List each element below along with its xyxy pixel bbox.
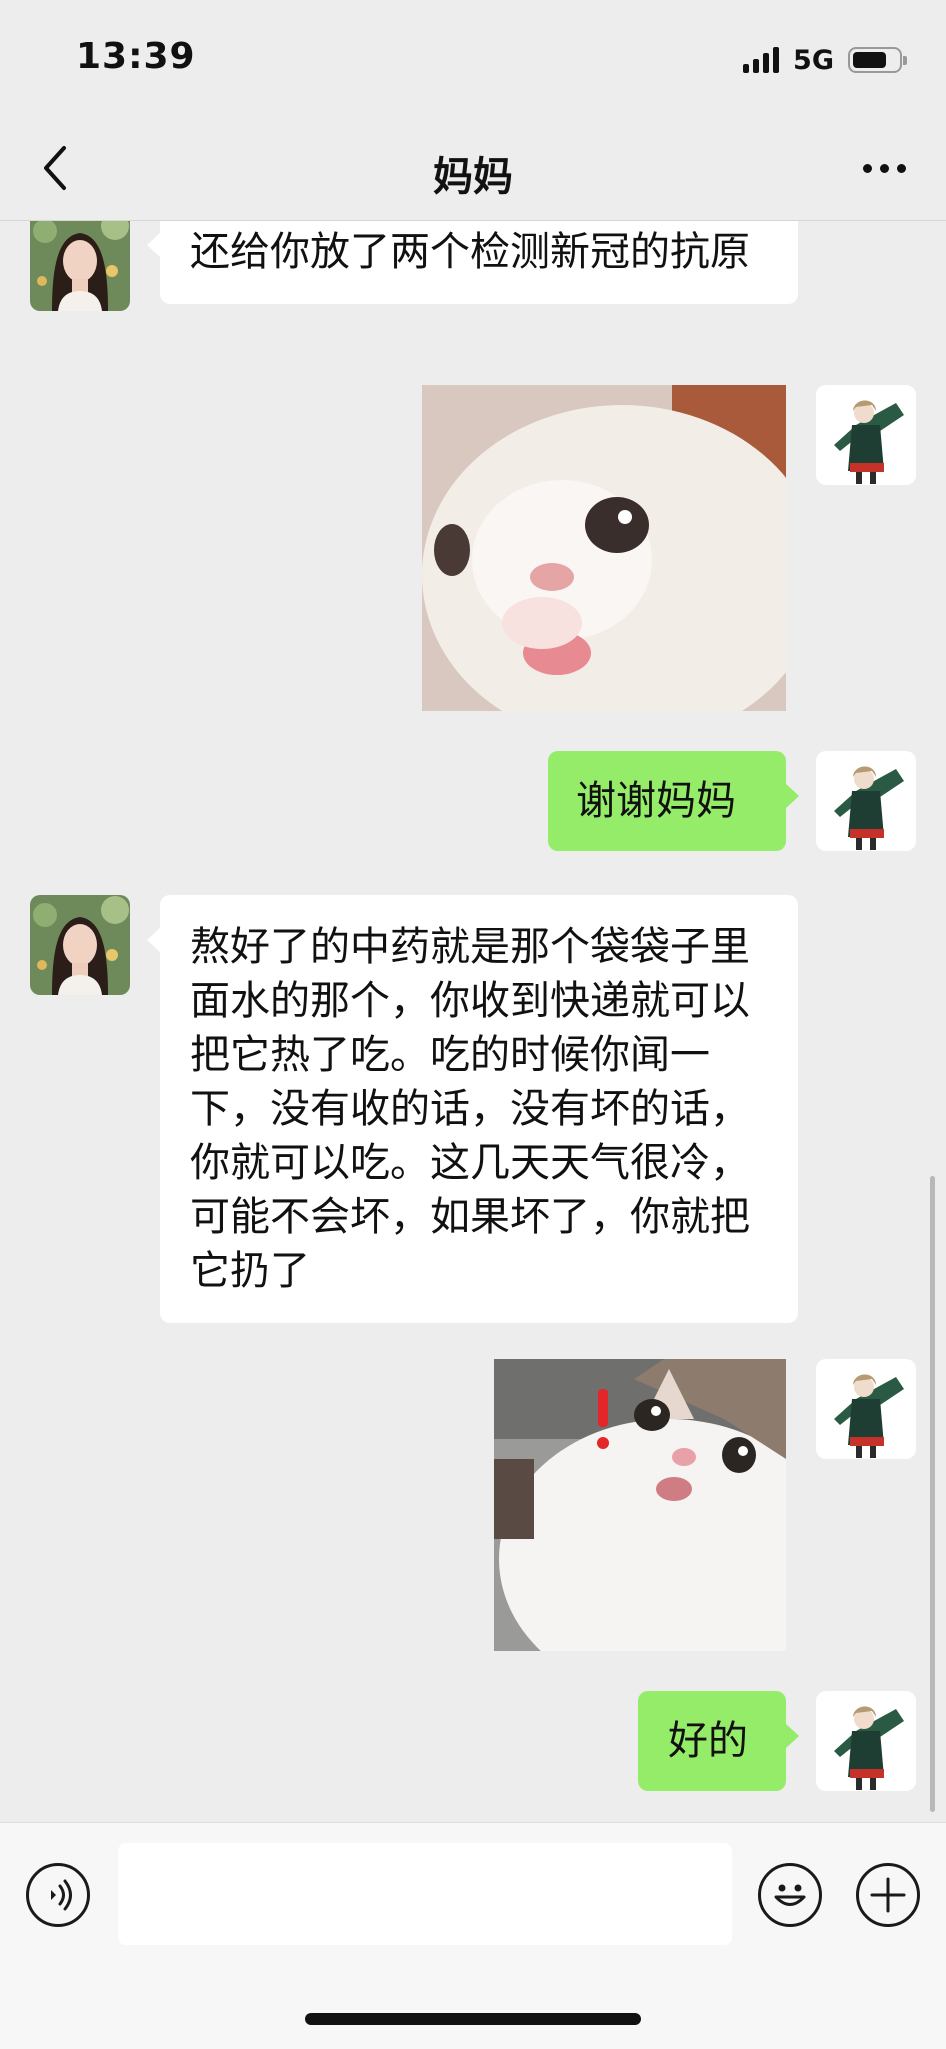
- message-text: 熬好了的中药就是那个袋袋子里面水的那个，你收到快递就可以把它热了吃。吃的时候你闻…: [190, 924, 750, 1294]
- chat-header: 妈妈: [0, 116, 946, 221]
- sticker-surprised-cat[interactable]: [494, 1359, 786, 1651]
- white-cat-tongue-sticker: [422, 385, 786, 711]
- my-avatar-image: [816, 751, 916, 851]
- chat-title: 妈妈: [433, 154, 513, 200]
- plus-icon: [870, 1877, 906, 1913]
- message-text: 谢谢妈妈: [576, 778, 736, 824]
- chat-area[interactable]: 还给你放了两个检测新冠的抗原 谢谢妈妈 熬好了的中药就是那个袋袋子里面水的那个，…: [0, 221, 946, 1821]
- my-avatar-image: [816, 1691, 916, 1791]
- mom-avatar-image: [30, 895, 130, 995]
- emoji-icon: [774, 1884, 806, 1906]
- message-bubble-incoming[interactable]: 熬好了的中药就是那个袋袋子里面水的那个，你收到快递就可以把它热了吃。吃的时候你闻…: [147, 895, 798, 1323]
- mom-avatar-image: [30, 221, 130, 311]
- surprised-cat-sticker: [494, 1359, 786, 1651]
- avatar-me[interactable]: [816, 385, 916, 485]
- message-bubble-outgoing[interactable]: 谢谢妈妈: [548, 751, 799, 851]
- more-functions-button[interactable]: [856, 1863, 920, 1927]
- message-bubble-incoming[interactable]: 还给你放了两个检测新冠的抗原: [147, 221, 798, 304]
- message-input[interactable]: [118, 1843, 732, 1945]
- voice-icon: [51, 1879, 72, 1911]
- message-text: 还给你放了两个检测新冠的抗原: [190, 229, 750, 275]
- home-indicator[interactable]: [305, 2013, 641, 2025]
- my-avatar-image: [816, 385, 916, 485]
- sticker-white-cat[interactable]: [422, 385, 786, 711]
- battery-icon: [848, 47, 907, 73]
- status-bar: 13:39 5G: [0, 0, 946, 116]
- chat-scrollbar[interactable]: [930, 1176, 935, 1812]
- emoji-button[interactable]: [758, 1863, 822, 1927]
- network-label: 5G: [793, 44, 834, 76]
- message-text: 好的: [668, 1718, 748, 1764]
- signal-icon: [743, 47, 780, 73]
- status-time: 13:39: [76, 36, 196, 77]
- more-button[interactable]: [852, 138, 916, 198]
- avatar-me[interactable]: [816, 1359, 916, 1459]
- my-avatar-image: [816, 1359, 916, 1459]
- status-indicators: 5G: [743, 40, 907, 80]
- more-icon: [862, 163, 872, 173]
- voice-button[interactable]: [26, 1863, 90, 1927]
- battery-level: [853, 52, 886, 68]
- avatar-mom[interactable]: [30, 895, 130, 995]
- avatar-mom[interactable]: [30, 221, 130, 311]
- avatar-me[interactable]: [816, 751, 916, 851]
- avatar-me[interactable]: [816, 1691, 916, 1791]
- message-bubble-outgoing[interactable]: 好的: [638, 1691, 799, 1791]
